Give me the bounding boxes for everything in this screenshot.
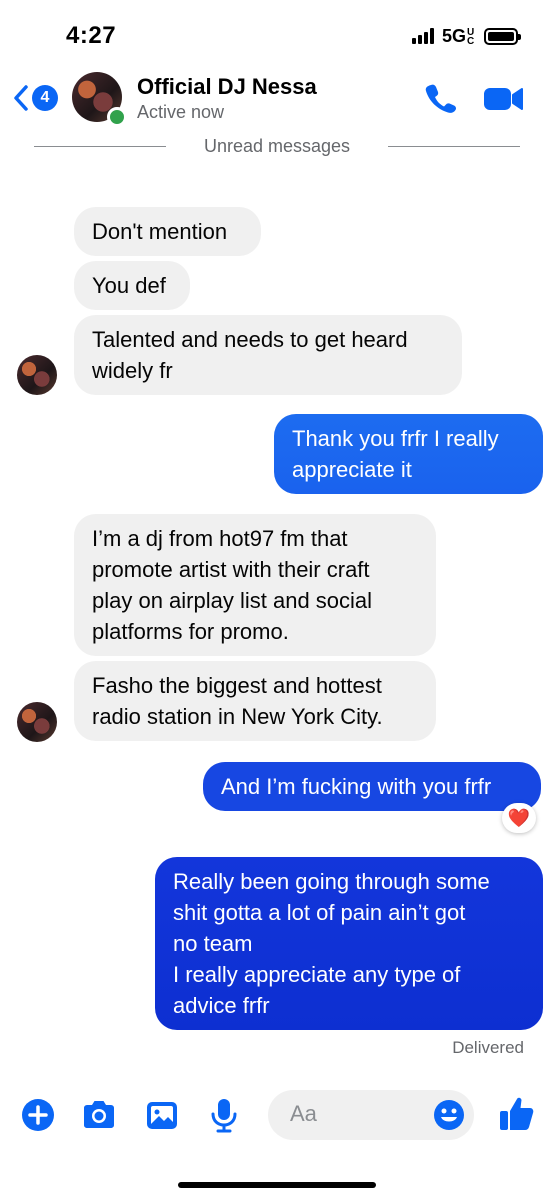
sender-avatar[interactable] xyxy=(17,702,57,742)
presence-status: Active now xyxy=(137,102,225,122)
message-line: I’m a dj from hot97 fm that xyxy=(92,526,348,551)
message-text: Don't mention xyxy=(92,219,228,244)
message-line: promote artist with their craft xyxy=(92,557,370,582)
incoming-message[interactable]: Talented and needs to get heard widely f… xyxy=(74,315,462,395)
message-line: Thank you frfr I really xyxy=(292,426,499,451)
photo-icon[interactable] xyxy=(142,1095,182,1135)
battery-icon xyxy=(484,27,521,45)
message-text: And I’m fucking with you frfr xyxy=(221,774,492,799)
message-line: Fasho the biggest and hottest xyxy=(92,673,382,698)
outgoing-message[interactable]: And I’m fucking with you frfr xyxy=(203,762,541,811)
status-indicators: 5GUC xyxy=(411,24,521,48)
incoming-message[interactable]: I’m a dj from hot97 fm that promote arti… xyxy=(74,514,436,656)
message-line: shit gotta a lot of pain ain’t got xyxy=(173,900,466,925)
camera-icon[interactable] xyxy=(79,1095,119,1135)
incoming-message[interactable]: You def xyxy=(74,261,190,310)
message-line: radio station in New York City. xyxy=(92,704,383,729)
delivery-receipt: Delivered xyxy=(452,1038,524,1057)
message-line: Talented and needs to get heard xyxy=(92,327,408,352)
microphone-icon[interactable] xyxy=(204,1095,244,1135)
back-chevron-icon xyxy=(14,85,28,111)
message-line: play on airplay list and social xyxy=(92,588,373,613)
signal-icon xyxy=(411,28,434,44)
message-line: appreciate it xyxy=(292,457,412,482)
message-line: I really appreciate any type of xyxy=(173,962,461,987)
message-line: no team xyxy=(173,931,253,956)
status-time: 4:27 xyxy=(66,22,117,49)
divider-line-right xyxy=(388,146,520,147)
message-line: platforms for promo. xyxy=(92,619,289,644)
thumbs-up-icon[interactable] xyxy=(497,1094,537,1134)
message-text: You def xyxy=(92,273,166,298)
video-camera-icon[interactable] xyxy=(482,84,524,114)
message-input-placeholder: Aa xyxy=(290,1101,317,1126)
outgoing-message[interactable]: Thank you frfr I really appreciate it xyxy=(274,414,543,494)
online-status-dot xyxy=(107,107,127,127)
heart-reaction-icon[interactable]: ❤️ xyxy=(502,803,536,833)
message-line: widely fr xyxy=(92,358,173,383)
outgoing-message[interactable]: Really been going through some shit gott… xyxy=(155,857,543,1030)
incoming-message[interactable]: Fasho the biggest and hottest radio stat… xyxy=(74,661,436,741)
network-type: 5GUC xyxy=(441,25,475,47)
back-button[interactable]: 4 xyxy=(12,82,62,114)
emoji-icon[interactable] xyxy=(432,1098,466,1132)
message-line: advice frfr xyxy=(173,993,270,1018)
contact-name[interactable]: Official DJ Nessa xyxy=(137,74,317,100)
unread-count-badge: 4 xyxy=(32,85,58,111)
sender-avatar[interactable] xyxy=(17,355,57,395)
incoming-message[interactable]: Don't mention xyxy=(74,207,261,256)
home-indicator[interactable] xyxy=(178,1182,376,1188)
plus-icon[interactable] xyxy=(18,1095,58,1135)
phone-icon[interactable] xyxy=(423,82,459,114)
message-line: Really been going through some xyxy=(173,869,490,894)
